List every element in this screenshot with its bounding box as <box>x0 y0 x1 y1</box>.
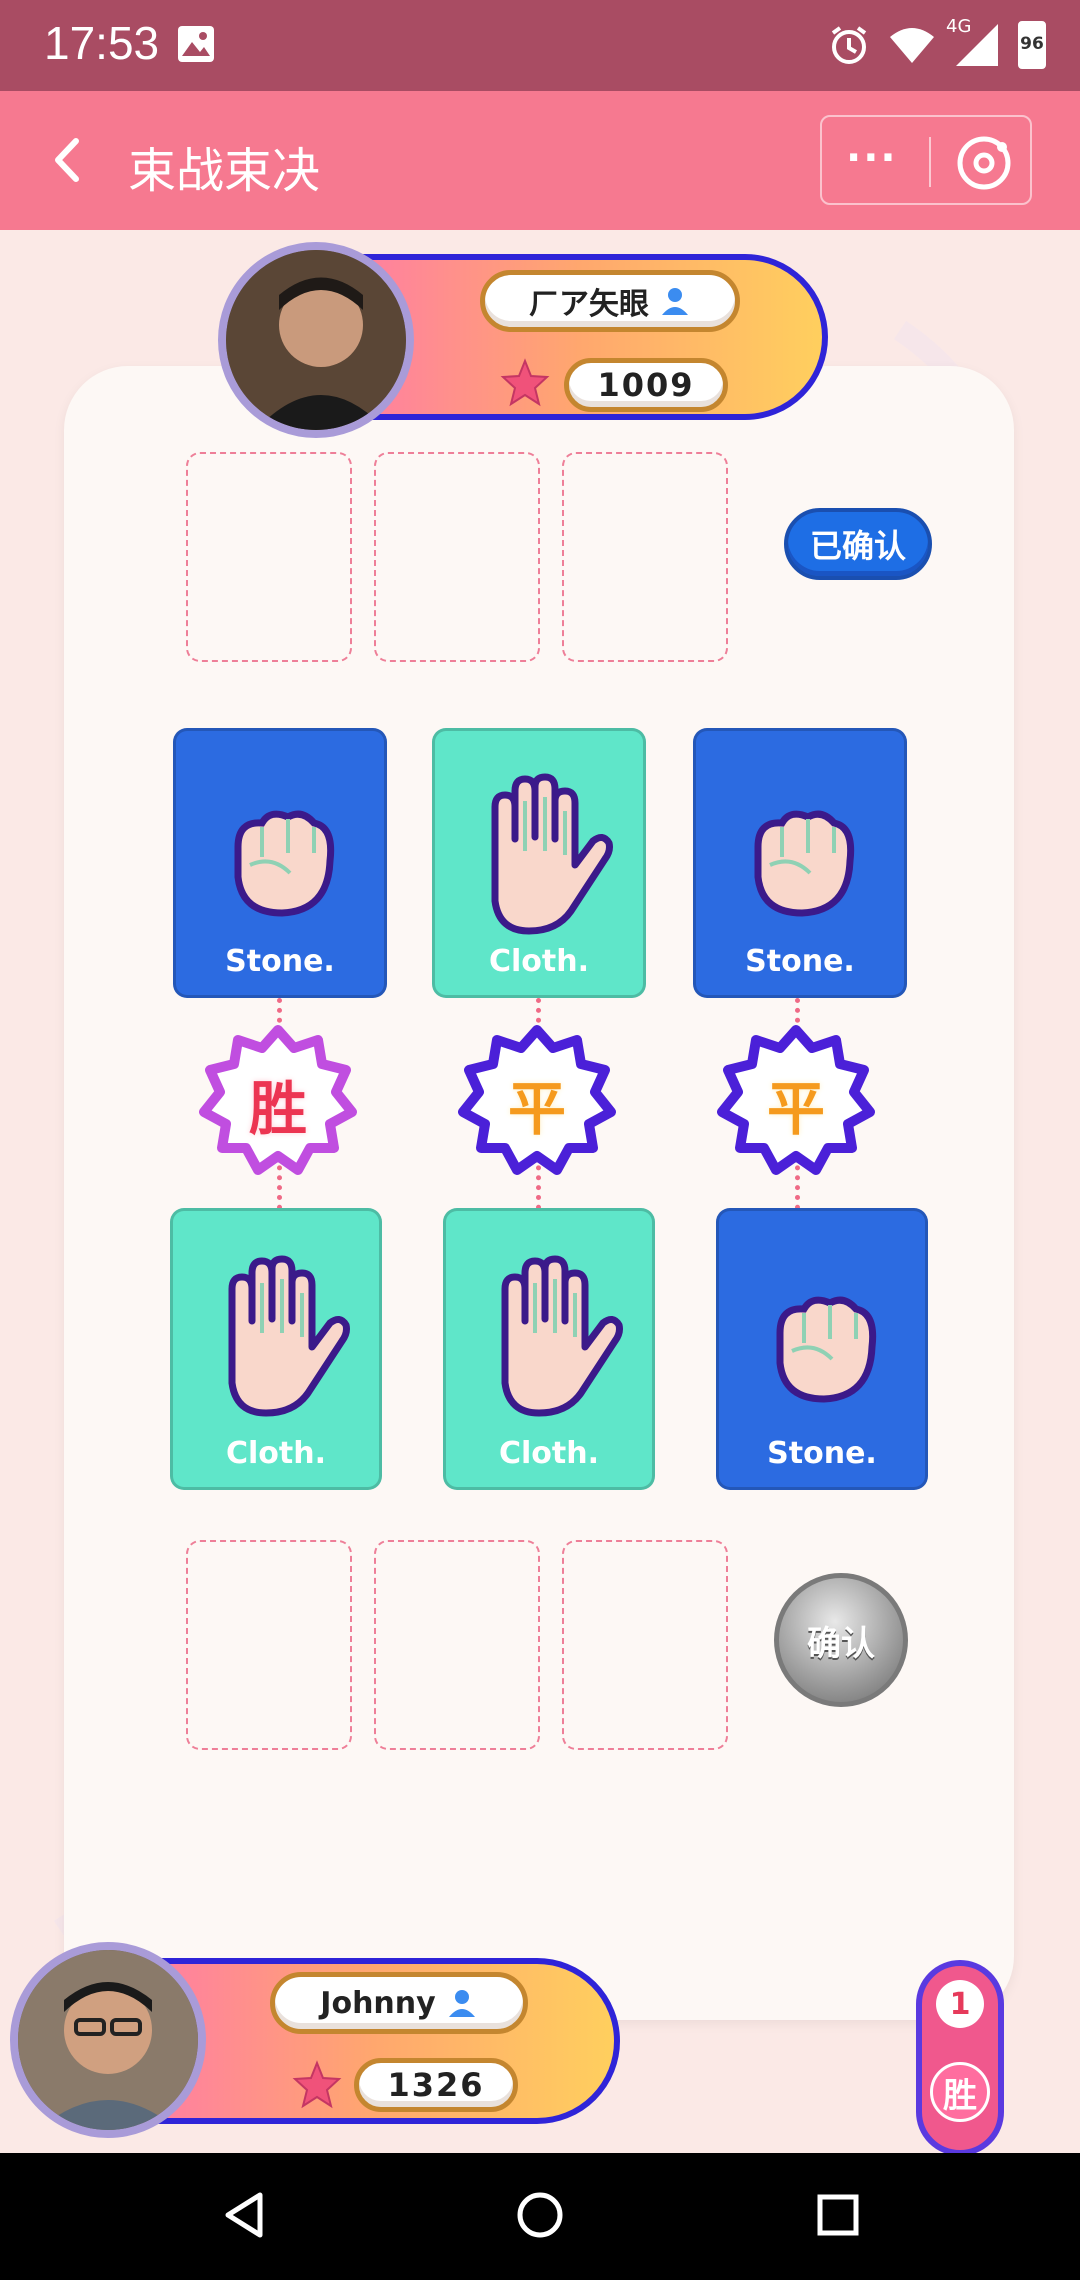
user-icon <box>448 1990 475 2017</box>
opponent-card-stone: Stone. <box>693 728 907 998</box>
palm-icon <box>501 1255 623 1417</box>
opponent-card-stone: Stone. <box>173 728 387 998</box>
player-card-stone: Stone. <box>716 1208 928 1490</box>
player-avatar[interactable] <box>10 1942 206 2138</box>
card-label: Stone. <box>225 944 335 979</box>
home-nav-icon[interactable] <box>512 2187 568 2243</box>
page-title: 束战束决 <box>128 143 321 199</box>
player-card-slot[interactable] <box>186 1540 352 1750</box>
title-bar: 束战束决 ··· <box>0 91 1080 230</box>
back-arrow-icon[interactable] <box>44 135 94 185</box>
opponent-name-pill: ㄏア矢眼 <box>480 270 740 332</box>
back-nav-icon[interactable] <box>216 2187 272 2243</box>
mini-program-capsule: ··· <box>820 115 1032 205</box>
palm-icon <box>228 1255 350 1417</box>
more-button[interactable]: ··· <box>846 138 898 178</box>
win-count: 1 <box>936 1980 984 2028</box>
card-label: Cloth. <box>498 1436 599 1471</box>
player-name-pill: Johnny <box>270 1972 528 2034</box>
star-icon <box>500 358 550 407</box>
round-result: 胜 <box>248 1075 307 1143</box>
fist-icon <box>234 810 335 917</box>
star-icon <box>292 2060 342 2109</box>
avatar-person-icon <box>226 250 406 430</box>
player-card-slot[interactable] <box>374 1540 540 1750</box>
opponent-card-slot <box>562 452 728 662</box>
round-result-draw: 平 <box>716 1024 876 1184</box>
close-mini-program-icon[interactable] <box>956 135 1012 191</box>
battery-level: 96 <box>1020 34 1044 54</box>
win-counter: 1 胜 <box>916 1960 1004 2156</box>
signal-icon <box>956 24 998 66</box>
opponent-card-cloth: Cloth. <box>432 728 646 998</box>
status-bar: 17:53 4G 96 <box>0 0 1080 91</box>
player-card-slot[interactable] <box>562 1540 728 1750</box>
player-card-cloth: Cloth. <box>443 1208 655 1490</box>
round-result-draw: 平 <box>457 1024 617 1184</box>
user-icon <box>662 288 688 315</box>
status-icons: 4G 96 <box>828 16 1046 72</box>
capsule-divider <box>929 137 931 187</box>
opponent-name: ㄏア矢眼 <box>529 287 649 322</box>
opponent-confirmed-badge: 已确认 <box>784 508 932 580</box>
navigation-bar <box>0 2153 1080 2280</box>
opponent-card-slot <box>374 452 540 662</box>
cell-signal: 4G <box>946 16 1000 68</box>
card-label: Stone. <box>745 944 855 979</box>
player-card-cloth: Cloth. <box>170 1208 382 1490</box>
card-label: Stone. <box>767 1436 877 1471</box>
card-label: Cloth. <box>488 944 589 979</box>
palm-icon <box>491 773 613 935</box>
recents-nav-icon[interactable] <box>810 2187 866 2243</box>
round-result-win: 胜 <box>198 1024 358 1184</box>
wifi-icon <box>890 28 934 63</box>
alarm-icon <box>831 26 867 64</box>
confirm-button[interactable]: 确认 <box>774 1573 908 1707</box>
fist-icon <box>754 810 855 917</box>
player-name: Johnny <box>320 1985 436 2021</box>
opponent-avatar[interactable] <box>218 242 414 438</box>
opponent-score: 1009 <box>564 358 728 412</box>
round-result: 平 <box>766 1075 825 1143</box>
win-label: 胜 <box>930 2062 990 2122</box>
gallery-icon <box>178 26 214 62</box>
fist-icon <box>776 1296 877 1403</box>
battery-icon: 96 <box>1018 21 1046 69</box>
round-result: 平 <box>507 1075 566 1143</box>
player-score: 1326 <box>354 2058 518 2112</box>
card-label: Cloth. <box>225 1436 326 1471</box>
avatar-person-icon <box>18 1950 198 2130</box>
opponent-card-slot <box>186 452 352 662</box>
status-time: 17:53 <box>44 17 160 69</box>
